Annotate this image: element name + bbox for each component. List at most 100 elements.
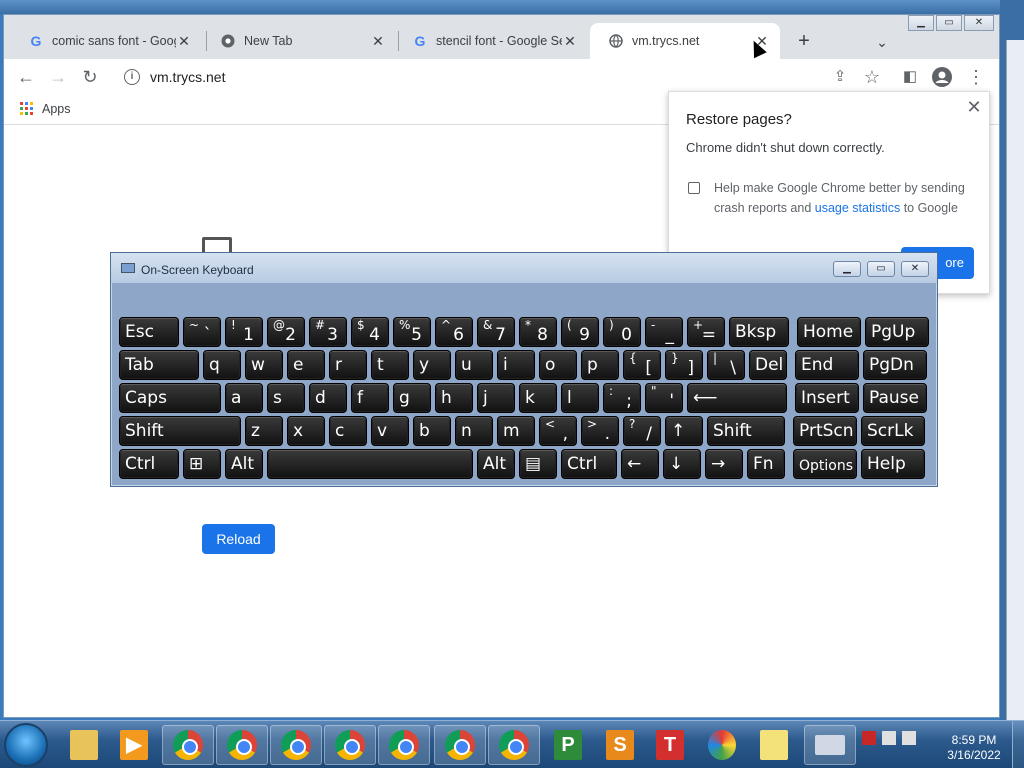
key-x[interactable]: x: [287, 416, 325, 446]
key-help[interactable]: Help: [861, 449, 925, 479]
key-c[interactable]: c: [329, 416, 367, 446]
star-icon[interactable]: ☆: [858, 63, 886, 91]
key-tab[interactable]: Tab: [119, 350, 199, 380]
key-4[interactable]: $4: [351, 317, 389, 347]
key-shift[interactable]: Shift: [707, 416, 785, 446]
key-6[interactable]: ^ 6: [435, 317, 473, 347]
taskbar-media[interactable]: ▶: [108, 725, 160, 765]
key-symbol[interactable]: {[: [623, 350, 661, 380]
key-v[interactable]: v: [371, 416, 409, 446]
key-j[interactable]: j: [477, 383, 515, 413]
minimize-button[interactable]: ▁: [908, 15, 934, 31]
key-space[interactable]: [267, 449, 473, 479]
key-pgup[interactable]: PgUp: [865, 317, 929, 347]
key-0[interactable]: ) 0: [603, 317, 641, 347]
key-home[interactable]: Home: [797, 317, 861, 347]
osk-minimize-button[interactable]: ▁: [833, 261, 861, 277]
key-8[interactable]: * 8: [519, 317, 557, 347]
show-desktop-button[interactable]: [1012, 721, 1024, 768]
key-y[interactable]: y: [413, 350, 451, 380]
key-symbol[interactable]: ↑: [665, 416, 703, 446]
osk-close-button[interactable]: ✕: [901, 261, 929, 277]
key-scrlk[interactable]: ScrLk: [861, 416, 925, 446]
key-del[interactable]: Del: [749, 350, 787, 380]
taskbar-osk[interactable]: [804, 725, 856, 765]
address-bar[interactable]: i vm.trycs.net: [116, 63, 826, 91]
key-e[interactable]: e: [287, 350, 325, 380]
key-symbol[interactable]: :;: [603, 383, 641, 413]
volume-icon[interactable]: [902, 731, 916, 745]
key-w[interactable]: w: [245, 350, 283, 380]
key-3[interactable]: #3: [309, 317, 347, 347]
key-n[interactable]: n: [455, 416, 493, 446]
key-d[interactable]: d: [309, 383, 347, 413]
key-l[interactable]: l: [561, 383, 599, 413]
tab-comic-sans[interactable]: G comic sans font - Goog ✕: [10, 23, 202, 59]
close-icon[interactable]: ✕: [963, 96, 985, 118]
key-symbol[interactable]: ~ `: [183, 317, 221, 347]
key-t[interactable]: t: [371, 350, 409, 380]
taskbar-chrome-2[interactable]: [216, 725, 268, 765]
key-symbol[interactable]: + =: [687, 317, 725, 347]
start-button[interactable]: [4, 723, 48, 767]
taskbar-chrome-5[interactable]: [378, 725, 430, 765]
network-icon[interactable]: [882, 731, 896, 745]
key-pgdn[interactable]: PgDn: [863, 350, 927, 380]
key-9[interactable]: (9: [561, 317, 599, 347]
key-ctrl[interactable]: Ctrl: [119, 449, 179, 479]
forward-button[interactable]: →: [44, 63, 72, 91]
key-f[interactable]: f: [351, 383, 389, 413]
key-i[interactable]: i: [497, 350, 535, 380]
clock[interactable]: 8:59 PM 3/16/2022: [944, 733, 1004, 763]
key-s[interactable]: s: [267, 383, 305, 413]
crash-report-checkbox[interactable]: [688, 182, 700, 194]
close-icon[interactable]: ✕: [176, 33, 192, 50]
taskbar-explorer[interactable]: [58, 725, 110, 765]
action-center-icon[interactable]: [862, 731, 876, 745]
key-symbol[interactable]: →: [705, 449, 743, 479]
taskbar-chrome-4[interactable]: [324, 725, 376, 765]
key-bksp[interactable]: Bksp: [729, 317, 789, 347]
key-b[interactable]: b: [413, 416, 451, 446]
key-alt[interactable]: Alt: [477, 449, 515, 479]
key-q[interactable]: q: [203, 350, 241, 380]
key-insert[interactable]: Insert: [795, 383, 859, 413]
key-o[interactable]: o: [539, 350, 577, 380]
back-button[interactable]: ←: [12, 63, 40, 91]
menu-icon[interactable]: ⋮: [962, 63, 990, 91]
share-icon[interactable]: ⇪: [826, 63, 854, 91]
key-caps[interactable]: Caps: [119, 383, 221, 413]
taskbar-text[interactable]: T: [644, 725, 696, 765]
reload-button[interactable]: Reload: [202, 524, 275, 554]
close-icon[interactable]: ✕: [562, 33, 578, 50]
key-symbol[interactable]: " ': [645, 383, 683, 413]
key-symbol[interactable]: ? /: [623, 416, 661, 446]
taskbar-chrome-1[interactable]: [162, 725, 214, 765]
profile-icon[interactable]: [928, 63, 956, 91]
key-symbol[interactable]: ⟵: [687, 383, 787, 413]
key-pause[interactable]: Pause: [863, 383, 927, 413]
key-p[interactable]: p: [581, 350, 619, 380]
key-symbol[interactable]: - _: [645, 317, 683, 347]
key-symbol[interactable]: ←: [621, 449, 659, 479]
key-u[interactable]: u: [455, 350, 493, 380]
key-fn[interactable]: Fn: [747, 449, 785, 479]
taskbar-chrome-6[interactable]: [434, 725, 486, 765]
taskbar-paint[interactable]: [696, 725, 748, 765]
key-symbol[interactable]: <,: [539, 416, 577, 446]
key-2[interactable]: @2: [267, 317, 305, 347]
side-panel-icon[interactable]: ◧: [896, 63, 924, 91]
key-prtscn[interactable]: PrtScn: [793, 416, 857, 446]
info-icon[interactable]: i: [124, 69, 140, 85]
taskbar-slides[interactable]: S: [594, 725, 646, 765]
key-symbol[interactable]: }]: [665, 350, 703, 380]
key-symbol[interactable]: ⊞: [183, 449, 221, 479]
new-tab-button[interactable]: +: [792, 30, 816, 54]
usage-statistics-link[interactable]: usage statistics: [815, 201, 900, 215]
tab-stencil-font[interactable]: G stencil font - Google Se ✕: [394, 23, 588, 59]
reload-icon[interactable]: ↻: [76, 63, 104, 91]
key-shift[interactable]: Shift: [119, 416, 241, 446]
key-a[interactable]: a: [225, 383, 263, 413]
key-z[interactable]: z: [245, 416, 283, 446]
tab-new-tab[interactable]: New Tab ✕: [202, 23, 396, 59]
